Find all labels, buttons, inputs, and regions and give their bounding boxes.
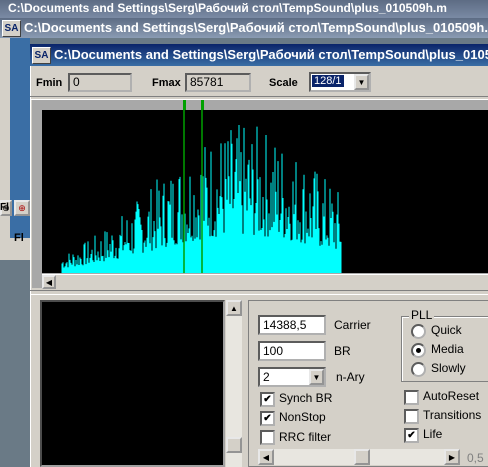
nonstop-checkbox[interactable]: ✔ [260,411,275,426]
back-zoom-in-icon[interactable]: ⊕ [14,200,30,216]
scale-label: Scale [269,77,298,89]
slider-left-icon[interactable]: ◀ [258,449,274,465]
spectrum-display[interactable] [42,110,488,273]
main-window-title: C:\Documents and Settings\Serg\Рабочий с… [54,47,488,62]
synch-br-label: Synch BR [279,391,333,405]
life-checkbox[interactable]: ✔ [404,428,419,443]
pll-media-radio[interactable] [411,343,426,358]
life-label: Life [423,427,443,441]
back-window-title: C:\Documents and Settings\Serg\Рабочий с… [24,20,488,35]
transitions-label: Transitions [423,408,482,422]
nonstop-label: NonStop [279,410,326,424]
carrier-field[interactable]: 14388,5 [258,315,326,335]
fmax-label: Fmax [152,77,181,89]
scale-selected-value: 128/1 [312,75,344,87]
back-window-label-2: Fl [14,232,24,244]
slider-value: 0,5 [467,451,484,465]
fmin-label: Fmin [36,77,63,89]
app-icon: SA [32,47,51,65]
chevron-down-icon[interactable]: ▼ [354,74,369,90]
fmin-field[interactable]: 0 [68,73,132,92]
br-field[interactable]: 100 [258,341,326,361]
lower-separator [30,290,488,295]
scroll-up-icon[interactable]: ▲ [226,300,242,316]
pll-quick-radio[interactable] [411,324,426,339]
rrc-filter-label: RRC filter [279,430,332,444]
nary-select[interactable]: 2 ▼ [258,367,326,387]
pll-quick-label: Quick [431,323,462,337]
nary-label: n-Ary [336,370,365,384]
top-window-title: C:\Documents and Settings\Serg\Рабочий с… [8,1,447,15]
pll-slowly-radio[interactable] [411,362,426,377]
autoreset-checkbox[interactable] [404,390,419,405]
radio-dot [416,348,421,353]
top-window-title-bar[interactable]: C:\Documents and Settings\Serg\Рабочий с… [0,0,488,18]
marker-top-left[interactable] [183,100,186,110]
fmax-field[interactable]: 85781 [185,73,251,92]
slider-right-icon[interactable]: ▶ [444,449,460,465]
synch-br-checkbox[interactable]: ✔ [260,392,275,407]
pll-title: PLL [409,308,435,322]
scroll-left-icon[interactable]: ◀ [42,275,56,289]
rrc-filter-checkbox[interactable] [260,430,275,445]
spectrum-scrollbar[interactable]: ◀ [42,274,488,289]
back-window-panel: ⊕ ⊕ Fl Fl [0,38,30,260]
scale-select[interactable]: 128/1 ▼ [309,72,371,92]
transitions-checkbox[interactable] [404,409,419,424]
marker-top-right[interactable] [201,100,204,110]
nary-value: 2 [263,370,270,384]
back-window-app-icon: SA [2,20,21,38]
back-window-title-bar[interactable]: SA C:\Documents and Settings\Serg\Рабочий… [0,18,488,38]
scroll-thumb[interactable] [226,437,242,453]
back-window-label-1: Fl [0,202,9,213]
autoreset-label: AutoReset [423,389,480,403]
constellation-display[interactable] [40,300,225,467]
nary-chevron-down-icon[interactable]: ▼ [309,369,324,385]
pll-media-label: Media [431,342,464,356]
slider-thumb[interactable] [354,449,370,465]
horizontal-slider[interactable]: ◀ ▶ [258,449,460,465]
vertical-scrollbar[interactable]: ▲ [226,300,242,467]
carrier-label: Carrier [334,318,371,332]
br-label: BR [334,344,351,358]
main-window-title-bar[interactable]: SA C:\Documents and Settings\Serg\Рабочий… [30,44,488,66]
pll-slowly-label: Slowly [431,361,466,375]
